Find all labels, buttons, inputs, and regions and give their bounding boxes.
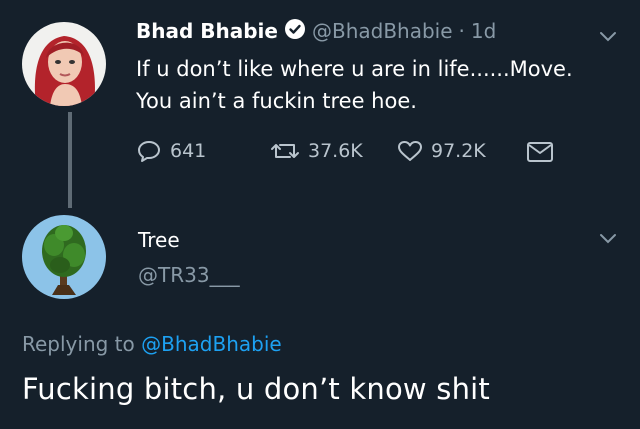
author-name[interactable]: Bhad Bhabie — [136, 19, 278, 43]
tweet1-header: Bhad Bhabie @BhadBhabie · 1d — [136, 18, 496, 44]
mention-link[interactable]: @BhadBhabie — [141, 332, 282, 356]
like-icon — [397, 139, 423, 163]
replying-to: Replying to @BhadBhabie — [22, 332, 282, 356]
tweet-line: If u don’t like where u are in life.....… — [136, 57, 573, 81]
retweet-icon — [270, 139, 300, 163]
avatar-bhad-bhabie[interactable] — [22, 22, 106, 106]
timestamp[interactable]: 1d — [471, 19, 496, 43]
avatar-tree[interactable] — [22, 215, 106, 299]
like-button[interactable]: 97.2K — [397, 139, 486, 163]
replying-label: Replying to — [22, 332, 135, 356]
tweet2-text: Fucking bitch, u don’t know shit — [22, 372, 490, 406]
author-handle[interactable]: @BhadBhabie — [312, 19, 453, 43]
avatar-image — [22, 215, 106, 299]
chevron-down-icon[interactable] — [599, 230, 617, 249]
like-count: 97.2K — [431, 140, 486, 162]
reply-count: 641 — [170, 140, 207, 162]
reply-icon — [136, 139, 162, 163]
thread-line — [68, 112, 72, 208]
tweet-line: You ain’t a fuckin tree hoe. — [136, 89, 417, 113]
verified-badge-icon — [284, 18, 306, 44]
avatar-image — [22, 22, 106, 106]
tweet1-text: If u don’t like where u are in life.....… — [136, 53, 626, 117]
chevron-down-icon[interactable] — [599, 28, 617, 47]
author-handle[interactable]: @TR33___ — [138, 263, 240, 287]
message-icon[interactable] — [526, 141, 554, 167]
reply-button[interactable]: 641 — [136, 139, 206, 163]
author-name[interactable]: Tree — [138, 228, 180, 252]
retweet-button[interactable]: 37.6K — [270, 139, 363, 163]
retweet-count: 37.6K — [308, 140, 363, 162]
separator: · — [458, 19, 465, 43]
